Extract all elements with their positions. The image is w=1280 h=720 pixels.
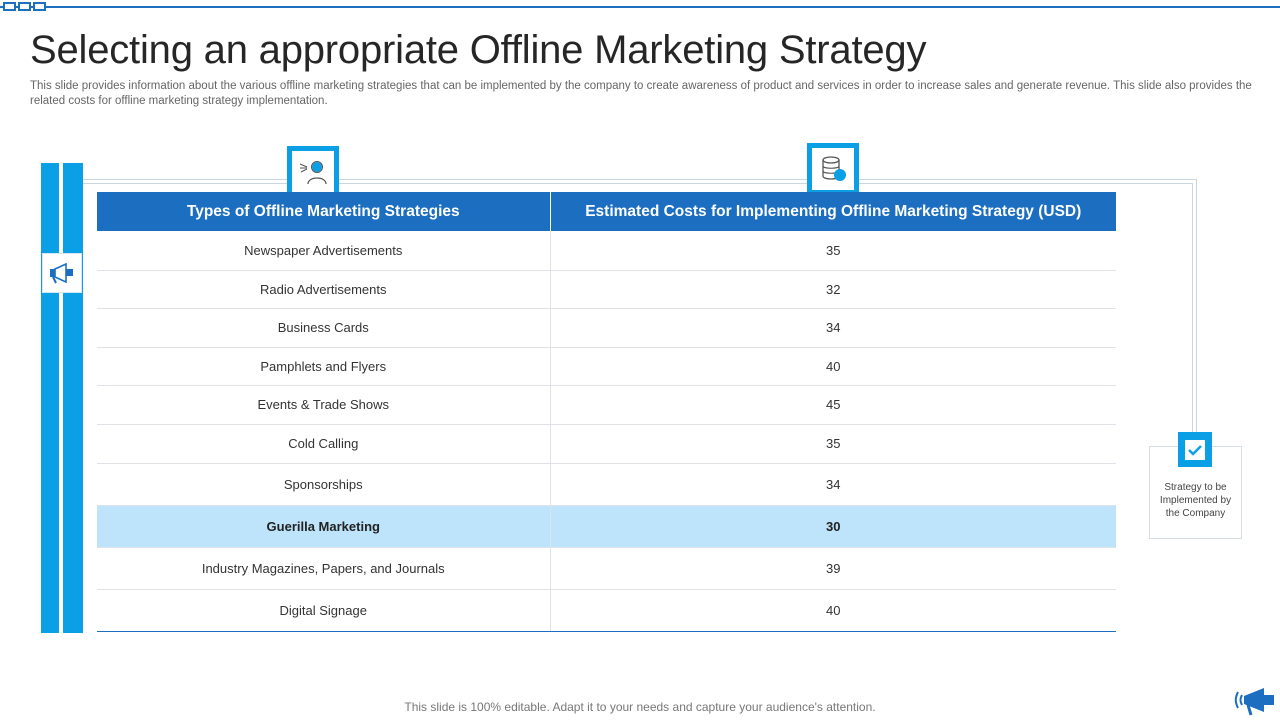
- strategy-cell: Business Cards: [97, 308, 550, 348]
- strategy-cell: Cold Calling: [97, 424, 550, 464]
- strategy-cell: Digital Signage: [97, 589, 550, 632]
- connector-line: [1196, 179, 1197, 433]
- megaphone-icon-box: [42, 253, 82, 293]
- speaker-person-icon: [299, 161, 327, 185]
- left-accent-bar: [41, 163, 59, 633]
- table-row: Industry Magazines, Papers, and Journals…: [97, 547, 1116, 590]
- cost-cell: 35: [549, 424, 1116, 464]
- database-globe-icon: [822, 156, 846, 181]
- table-row: Digital Signage 40: [97, 589, 1116, 632]
- connector-line: [59, 179, 1197, 180]
- table-row: Events & Trade Shows 45: [97, 385, 1116, 425]
- strategy-cell: Sponsorships: [97, 463, 550, 506]
- cost-cell: 34: [549, 308, 1116, 348]
- footer-note: This slide is 100% editable. Adapt it to…: [404, 700, 876, 714]
- table-row: Cold Calling 35: [97, 424, 1116, 464]
- cost-cell: 45: [549, 385, 1116, 425]
- callout-text: Strategy to be Implemented by the Compan…: [1159, 482, 1232, 519]
- left-accent-bar-inner: [63, 163, 83, 633]
- connector-line: [59, 183, 1193, 184]
- table-row: Radio Advertisements 32: [97, 270, 1116, 309]
- header-icon-box-2: [807, 143, 859, 195]
- strategy-cell: Pamphlets and Flyers: [97, 347, 550, 386]
- checkmark-icon-box: [1178, 432, 1212, 467]
- checkmark-icon: [1185, 439, 1205, 460]
- strategy-cell: Events & Trade Shows: [97, 385, 550, 425]
- top-decoration: [3, 2, 46, 11]
- cost-cell: 40: [549, 347, 1116, 386]
- page-title: Selecting an appropriate Offline Marketi…: [30, 28, 927, 72]
- table-row: Business Cards 34: [97, 308, 1116, 348]
- cost-cell: 32: [549, 270, 1116, 309]
- strategy-cost-table: Types of Offline Marketing Strategies Es…: [97, 192, 1116, 632]
- header-strategy-types: Types of Offline Marketing Strategies: [97, 192, 550, 231]
- header-estimated-costs: Estimated Costs for Implementing Offline…: [549, 192, 1116, 231]
- megaphone-icon: [1234, 688, 1274, 716]
- table-row-highlighted: Guerilla Marketing 30: [97, 505, 1116, 548]
- table-header-row: Types of Offline Marketing Strategies Es…: [97, 192, 1116, 231]
- table-row: Newspaper Advertisements 35: [97, 231, 1116, 271]
- strategy-cell: Guerilla Marketing: [97, 505, 550, 548]
- strategy-cell: Newspaper Advertisements: [97, 231, 550, 271]
- cost-cell: 30: [549, 505, 1116, 548]
- megaphone-icon: [50, 262, 73, 284]
- header-icon-box-1: [287, 146, 339, 198]
- page-subtitle: This slide provides information about th…: [30, 80, 1252, 107]
- top-rule: [0, 6, 1280, 8]
- cost-cell: 40: [549, 589, 1116, 632]
- strategy-cell: Radio Advertisements: [97, 270, 550, 309]
- cost-cell: 39: [549, 547, 1116, 590]
- cost-cell: 35: [549, 231, 1116, 271]
- cost-cell: 34: [549, 463, 1116, 506]
- table-row: Pamphlets and Flyers 40: [97, 347, 1116, 386]
- table-row: Sponsorships 34: [97, 463, 1116, 506]
- strategy-cell: Industry Magazines, Papers, and Journals: [97, 547, 550, 590]
- connector-line: [1192, 183, 1193, 433]
